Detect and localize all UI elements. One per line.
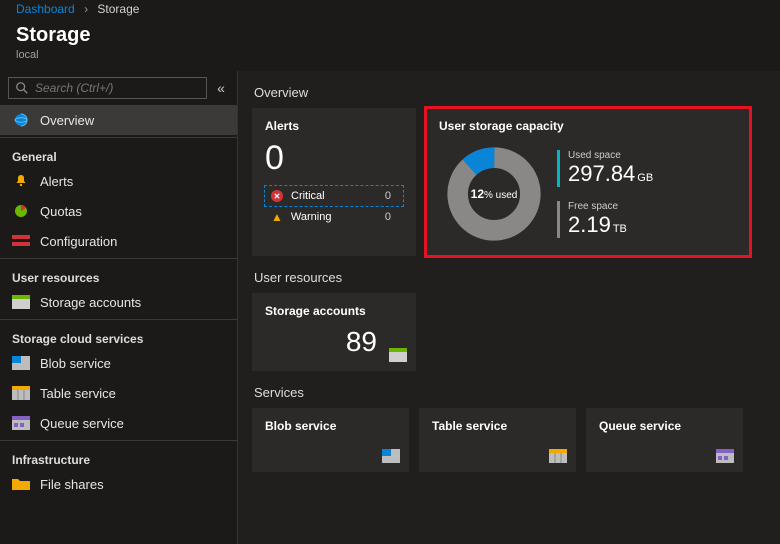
used-space-label: Used space [568, 150, 737, 161]
sidebar-item-queue-service[interactable]: Queue service [0, 408, 237, 438]
sidebar-item-label: Alerts [40, 174, 73, 189]
blob-icon [382, 449, 400, 463]
sidebar-item-label: Overview [40, 113, 94, 128]
critical-icon: ✕ [271, 190, 283, 202]
config-icon [12, 233, 30, 249]
free-space-unit: TB [613, 223, 627, 235]
queue-service-title: Queue service [599, 419, 730, 433]
warning-count: 0 [385, 211, 391, 223]
globe-icon [12, 112, 30, 128]
search-input-wrap[interactable] [8, 77, 207, 99]
free-space-stat: Free space 2.19TB [557, 201, 737, 238]
alerts-critical-row[interactable]: ✕ Critical 0 [265, 186, 403, 206]
sidebar-group-infrastructure: Infrastructure [0, 443, 237, 469]
sidebar-item-overview[interactable]: Overview [0, 105, 237, 135]
blob-service-card[interactable]: Blob service [252, 408, 409, 472]
breadcrumb-current: Storage [97, 2, 139, 16]
sidebar-item-alerts[interactable]: Alerts [0, 166, 237, 196]
queue-icon [12, 415, 30, 431]
pie-icon [12, 203, 30, 219]
alerts-title: Alerts [265, 119, 403, 133]
sidebar-item-storage-accounts[interactable]: Storage accounts [0, 287, 237, 317]
sidebar-item-quotas[interactable]: Quotas [0, 196, 237, 226]
bell-icon [12, 173, 30, 189]
sidebar-item-label: File shares [40, 477, 104, 492]
sidebar-item-label: Configuration [40, 234, 117, 249]
queue-icon [716, 449, 734, 463]
sidebar-item-label: Queue service [40, 416, 124, 431]
sidebar-group-user-resources: User resources [0, 261, 237, 287]
blob-service-title: Blob service [265, 419, 396, 433]
page-subtitle: local [16, 49, 764, 61]
breadcrumb-root[interactable]: Dashboard [16, 2, 75, 16]
critical-label: Critical [291, 190, 325, 202]
folder-icon [12, 476, 30, 492]
sidebar-item-label: Table service [40, 386, 116, 401]
sidebar-item-blob-service[interactable]: Blob service [0, 348, 237, 378]
storage-accounts-count: 89 [265, 326, 403, 358]
breadcrumb-separator: › [84, 2, 88, 16]
capacity-donut-chart: 12% used [439, 139, 549, 249]
used-space-unit: GB [637, 172, 653, 184]
sidebar-item-file-shares[interactable]: File shares [0, 469, 237, 499]
sidebar-collapse-button[interactable]: « [211, 80, 231, 96]
storage-accounts-title: Storage accounts [265, 304, 403, 318]
overview-heading: Overview [254, 85, 766, 100]
sidebar-item-configuration[interactable]: Configuration [0, 226, 237, 256]
capacity-card[interactable]: User storage capacity 12% used Used [426, 108, 750, 256]
storage-account-icon [389, 348, 407, 362]
sidebar: « Overview General Alerts Quotas Configu… [0, 71, 238, 544]
free-space-value: 2.19 [568, 212, 611, 237]
alerts-warning-row[interactable]: ▲ Warning 0 [265, 206, 403, 228]
services-heading: Services [254, 385, 766, 400]
free-space-label: Free space [568, 201, 737, 212]
sidebar-item-label: Blob service [40, 356, 111, 371]
sidebar-item-label: Storage accounts [40, 295, 141, 310]
main-content: Overview Alerts 0 ✕ Critical 0 ▲ Warning… [238, 71, 780, 544]
breadcrumb: Dashboard › Storage [0, 0, 780, 20]
search-input[interactable] [35, 81, 200, 95]
sidebar-item-table-service[interactable]: Table service [0, 378, 237, 408]
critical-count: 0 [385, 190, 391, 202]
warning-label: Warning [291, 211, 332, 223]
sidebar-group-general: General [0, 140, 237, 166]
page-header: Storage local [0, 20, 780, 71]
user-resources-heading: User resources [254, 270, 766, 285]
storage-account-icon [12, 294, 30, 310]
search-icon [15, 81, 29, 95]
donut-center-label: 12% used [471, 187, 518, 201]
table-service-card[interactable]: Table service [419, 408, 576, 472]
storage-accounts-card[interactable]: Storage accounts 89 [252, 293, 416, 371]
sidebar-item-label: Quotas [40, 204, 82, 219]
warning-icon: ▲ [271, 210, 283, 224]
page-title: Storage [16, 24, 764, 47]
sidebar-group-cloud-services: Storage cloud services [0, 322, 237, 348]
table-icon [12, 385, 30, 401]
queue-service-card[interactable]: Queue service [586, 408, 743, 472]
used-space-value: 297.84 [568, 161, 635, 186]
blob-icon [12, 355, 30, 371]
alerts-total: 0 [265, 139, 403, 178]
capacity-title: User storage capacity [439, 119, 737, 133]
alerts-card[interactable]: Alerts 0 ✕ Critical 0 ▲ Warning 0 [252, 108, 416, 256]
table-icon [549, 449, 567, 463]
used-space-stat: Used space 297.84GB [557, 150, 737, 187]
table-service-title: Table service [432, 419, 563, 433]
